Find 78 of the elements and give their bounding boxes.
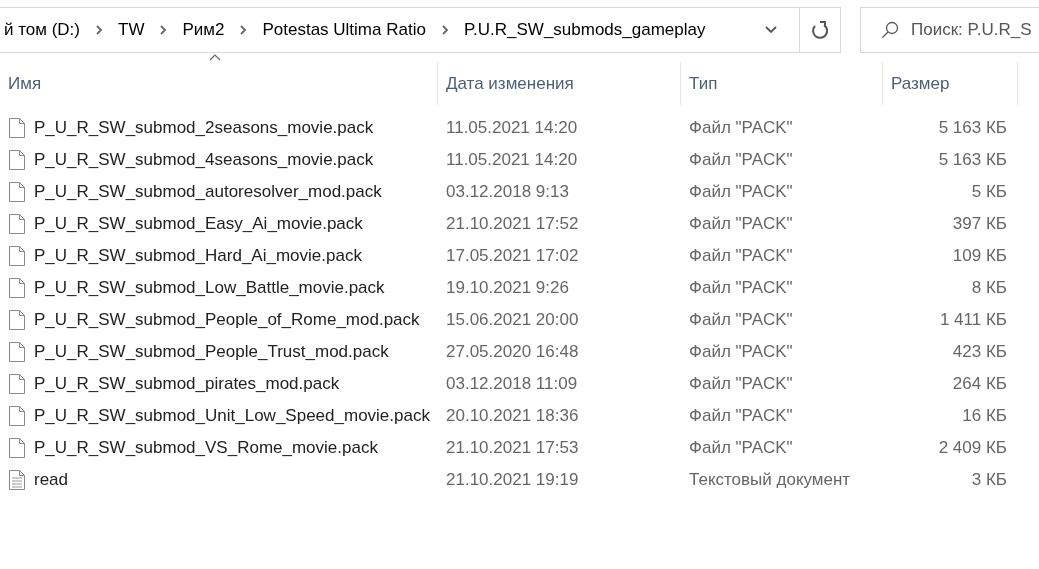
column-header[interactable]: Дата изменения: [438, 62, 681, 105]
date-modified: 20.10.2021 18:36: [446, 406, 579, 426]
file-name[interactable]: P_U_R_SW_submod_4seasons_movie.pack: [34, 150, 374, 170]
text-document-icon: [8, 469, 26, 491]
file-icon: [8, 341, 26, 363]
dropdown-icon[interactable]: [765, 26, 777, 34]
chevron-icon: [440, 25, 449, 35]
date-modified: 03.12.2018 9:13: [446, 182, 569, 202]
file-size: 264 КБ: [952, 374, 1007, 394]
file-icon: [8, 213, 26, 235]
file-size: 397 КБ: [952, 214, 1007, 234]
file-type: Файл "PACK": [689, 278, 793, 298]
chevron-icon: [159, 25, 168, 35]
file-name[interactable]: P_U_R_SW_submod_2seasons_movie.pack: [34, 118, 374, 138]
file-type: Файл "PACK": [689, 246, 793, 266]
file-name[interactable]: P_U_R_SW_submod_People_Trust_mod.pack: [34, 342, 389, 362]
file-icon: [8, 149, 26, 171]
file-size: 5 163 КБ: [938, 150, 1007, 170]
file-name[interactable]: read: [34, 470, 69, 490]
file-icon: [8, 181, 26, 203]
chevron-icon: [95, 25, 103, 35]
file-size: 5 163 КБ: [938, 118, 1007, 138]
file-icon: [8, 373, 26, 395]
date-modified: 27.05.2020 16:48: [446, 342, 579, 362]
file-name[interactable]: P_U_R_SW_submod_Hard_Ai_movie.pack: [34, 246, 362, 266]
column-header[interactable]: Имя: [0, 62, 438, 105]
file-name[interactable]: P_U_R_SW_submod_Low_Battle_movie.pack: [34, 278, 385, 298]
breadcrumb[interactable]: Potestas Ultima Ratio: [258, 20, 430, 40]
date-modified: 21.10.2021 19:19: [446, 470, 579, 490]
file-name[interactable]: P_U_R_SW_submod_pirates_mod.pack: [34, 374, 340, 394]
file-icon: [8, 437, 26, 459]
file-icon: [8, 309, 26, 331]
file-size: 1 411 КБ: [939, 310, 1007, 330]
file-size: 2 409 КБ: [938, 438, 1007, 458]
date-modified: 11.05.2021 14:20: [446, 118, 578, 138]
file-size: 3 КБ: [971, 470, 1007, 490]
date-modified: 11.05.2021 14:20: [446, 150, 578, 170]
column-header[interactable]: Тип: [681, 62, 883, 105]
chevron-icon: [239, 25, 248, 35]
date-modified: 21.10.2021 17:53: [446, 438, 579, 458]
file-icon: [8, 117, 26, 139]
file-name[interactable]: P_U_R_SW_submod_Unit_Low_Speed_movie.pack: [34, 406, 430, 426]
refresh-icon: [811, 20, 829, 40]
file-type: Файл "PACK": [689, 310, 793, 330]
search-icon: [881, 21, 899, 39]
file-type: Файл "PACK": [689, 118, 793, 138]
address-bar[interactable]: й том (D:) TW Рим2 Potestas Ultima Ratio P.U.R_SW_submods_gameplay: [0, 7, 841, 53]
file-type: Файл "PACK": [689, 214, 793, 234]
file-name[interactable]: P_U_R_SW_submod_autoresolver_mod.pack: [34, 182, 382, 202]
file-type: Файл "PACK": [689, 438, 793, 458]
date-modified: 19.10.2021 9:26: [446, 278, 569, 298]
date-modified: 17.05.2021 17:02: [446, 246, 579, 266]
file-icon: [8, 245, 26, 267]
date-modified: 21.10.2021 17:52: [446, 214, 579, 234]
file-type: Файл "PACK": [689, 406, 793, 426]
breadcrumb[interactable]: й том (D:): [0, 20, 84, 40]
date-modified: 03.12.2018 11:09: [446, 374, 578, 394]
file-size: 109 КБ: [952, 246, 1007, 266]
file-type: Файл "PACK": [689, 374, 793, 394]
file-type: Файл "PACK": [689, 182, 793, 202]
file-size: 8 КБ: [971, 278, 1007, 298]
file-name[interactable]: P_U_R_SW_submod_Easy_Ai_movie.pack: [34, 214, 363, 234]
search-field[interactable]: Поиск: P.U.R_S: [860, 7, 1039, 53]
file-icon: [8, 277, 26, 299]
file-size: 423 КБ: [952, 342, 1007, 362]
file-size: 5 КБ: [971, 182, 1007, 202]
file-size: 16 КБ: [962, 406, 1007, 426]
file-icon: [8, 405, 26, 427]
column-header[interactable]: Размер: [883, 62, 1018, 105]
file-type: Текстовый документ: [689, 470, 851, 490]
file-name[interactable]: P_U_R_SW_submod_VS_Rome_movie.pack: [34, 438, 378, 458]
file-type: Файл "PACK": [689, 342, 793, 362]
file-name[interactable]: P_U_R_SW_submod_People_of_Rome_mod.pack: [34, 310, 420, 330]
date-modified: 15.06.2021 20:00: [446, 310, 579, 330]
breadcrumb[interactable]: TW: [114, 20, 149, 40]
breadcrumb[interactable]: Рим2: [178, 20, 229, 40]
file-type: Файл "PACK": [689, 150, 793, 170]
breadcrumb[interactable]: P.U.R_SW_submods_gameplay: [459, 20, 710, 40]
